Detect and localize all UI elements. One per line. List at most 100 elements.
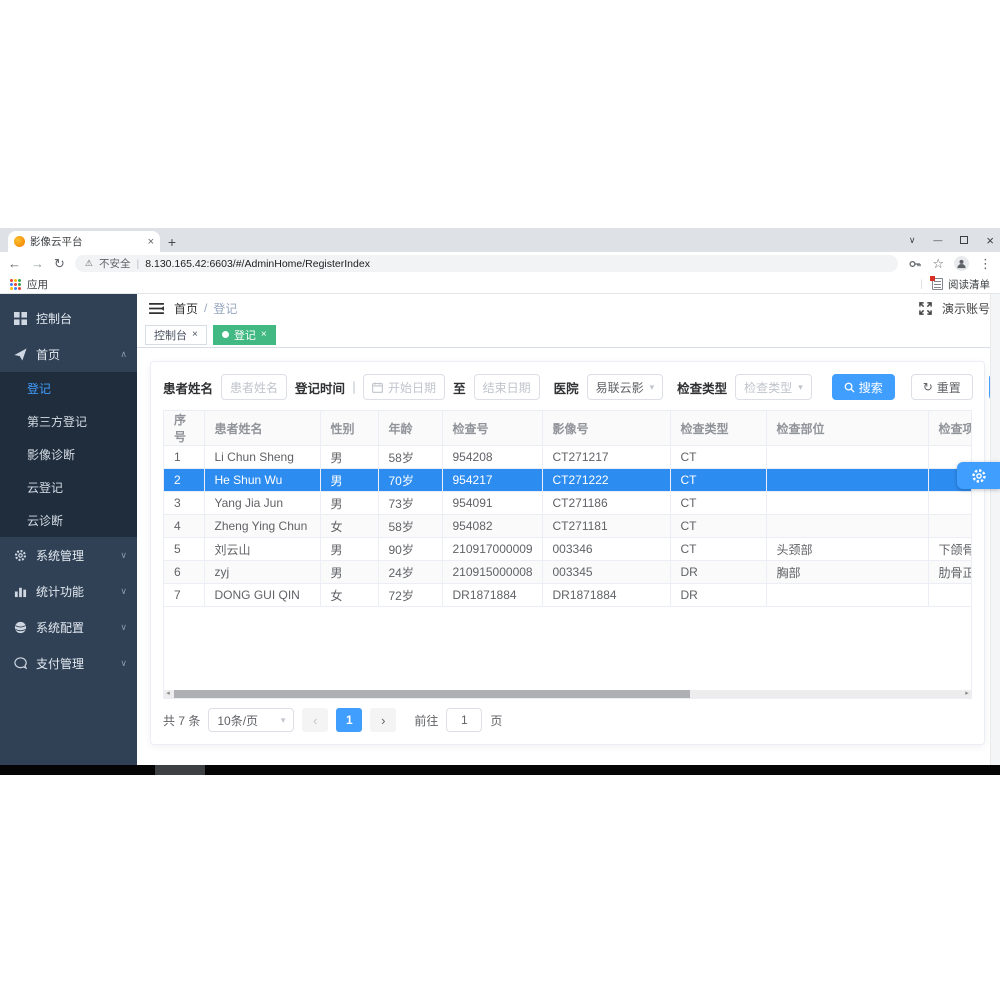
bookmarks-divider: |: [920, 278, 923, 290]
tag-register[interactable]: 登记 ×: [212, 324, 276, 345]
bottom-black-bar: [0, 765, 1000, 775]
table-cell: 73岁: [378, 491, 443, 515]
sidebar-submenu-home: 登记 第三方登记 影像诊断 云登记 云诊断: [0, 372, 137, 537]
goto-page-input[interactable]: 1: [446, 708, 483, 732]
table-cell: 3: [164, 491, 205, 515]
browser-page-scrollbar[interactable]: [990, 294, 1000, 765]
scroll-left-icon[interactable]: ◂: [164, 690, 172, 698]
sidebar-item-system-config[interactable]: 系统配置 ∨: [0, 609, 137, 645]
table-cell: DR: [670, 583, 767, 607]
fullscreen-icon[interactable]: [919, 301, 932, 315]
current-page-button[interactable]: 1: [336, 708, 363, 732]
account-name[interactable]: 演示账号: [942, 300, 990, 317]
table-cell: CT271217: [542, 445, 671, 469]
table-row[interactable]: 2 He Shun Wu 男 70岁 954217 CT271222 CT: [164, 468, 971, 492]
table-row[interactable]: 1 Li Chun Sheng 男 58岁 954208 CT271217 CT: [164, 445, 971, 469]
window-maximize-button[interactable]: [960, 236, 969, 244]
sidebar-item-cloud-register[interactable]: 云登记: [0, 471, 137, 504]
search-icon: [844, 382, 855, 393]
forward-icon[interactable]: →: [31, 256, 44, 271]
exam-type-select[interactable]: 检查类型 ▾: [735, 374, 812, 400]
reading-list-label[interactable]: 阅读清单: [948, 277, 990, 292]
table-row[interactable]: 3 Yang Jia Jun 男 73岁 954091 CT271186 CT: [164, 491, 971, 515]
tag-close-icon[interactable]: ×: [192, 329, 198, 340]
chrome-menu-icon[interactable]: ⋮: [979, 256, 992, 272]
scrollbar-thumb[interactable]: [174, 690, 690, 698]
table-row[interactable]: 6zyj男24岁210915000008003345DR胸部肋骨正斜位: [164, 560, 971, 584]
table-row[interactable]: 7 DONG GUI QIN 女 72岁 DR1871884 DR1871884 DR: [164, 583, 971, 607]
table-cell: 4: [164, 514, 205, 538]
chevron-down-icon: ∨: [120, 549, 127, 560]
bookmark-star-icon[interactable]: ☆: [932, 256, 944, 272]
hospital-label: 医院: [553, 381, 579, 396]
sidebar-item-statistics[interactable]: 统计功能 ∨: [0, 573, 137, 609]
sidebar-item-payment[interactable]: 支付管理 ∨: [0, 645, 137, 681]
table-row[interactable]: 5刘云山男90岁210917000009003346CT头颈部下颌骨,颞骨冠: [164, 537, 971, 561]
register-time-checkbox[interactable]: [353, 380, 356, 394]
table-cell: [766, 468, 929, 492]
column-header: 患者姓名: [204, 411, 321, 446]
tab-title: 影像云平台: [30, 236, 83, 248]
sidebar-item-image-diagnosis[interactable]: 影像诊断: [0, 438, 137, 471]
start-date-input[interactable]: 开始日期: [363, 374, 446, 400]
back-icon[interactable]: ←: [8, 256, 21, 271]
sidebar-item-system-management[interactable]: 系统管理 ∨: [0, 537, 137, 573]
window-minimize-button[interactable]: —: [933, 235, 942, 245]
apps-label[interactable]: 应用: [27, 277, 48, 292]
reset-button[interactable]: ↻ 重置: [910, 374, 973, 400]
table-cell: 210915000008: [442, 560, 543, 584]
dropdown-caret-icon: ▾: [280, 714, 286, 725]
page-size-select[interactable]: 10条/页 ▾: [208, 708, 295, 732]
next-page-button[interactable]: ›: [370, 708, 397, 732]
patient-name-input[interactable]: 患者姓名: [221, 374, 288, 400]
password-key-icon[interactable]: [908, 257, 922, 271]
table-cell: [928, 583, 971, 607]
settings-flyout-button[interactable]: [957, 462, 1000, 489]
table-cell: 954082: [442, 514, 543, 538]
hospital-select[interactable]: 易联云影 ▾: [586, 374, 664, 400]
refresh-icon: ↻: [922, 380, 933, 394]
column-header: 检查类型: [670, 411, 767, 446]
window-close-button[interactable]: ×: [986, 233, 994, 248]
table-cell: DR1871884: [542, 583, 671, 607]
scroll-right-icon[interactable]: ▸: [963, 690, 971, 698]
apps-grid-icon[interactable]: [10, 278, 21, 290]
tag-close-icon[interactable]: ×: [261, 329, 267, 340]
horizontal-scrollbar[interactable]: ◂ ▸: [164, 690, 971, 698]
url-bar[interactable]: ⚠ 不安全 | 8.130.165.42:6603/#/AdminHome/Re…: [74, 255, 899, 272]
sidebar-item-console[interactable]: 控制台: [0, 300, 137, 336]
dashboard-icon: [13, 311, 28, 325]
browser-address-bar: ← → ↻ ⚠ 不安全 | 8.130.165.42:6603/#/AdminH…: [0, 252, 1000, 275]
column-header: 检查部位: [766, 411, 929, 446]
sidebar-item-cloud-diagnosis[interactable]: 云诊断: [0, 504, 137, 537]
breadcrumb-home[interactable]: 首页: [174, 300, 198, 317]
chevron-down-icon: ∨: [120, 621, 127, 632]
table-cell: DONG GUI QIN: [204, 583, 321, 607]
table-cell: 男: [320, 445, 379, 469]
reload-icon[interactable]: ↻: [54, 256, 65, 272]
security-label: 不安全: [98, 258, 131, 270]
column-header: 年龄: [378, 411, 443, 446]
patient-table: 序号患者姓名性别年龄检查号影像号检查类型检查部位检查项目1Li Chun She…: [164, 411, 971, 607]
new-tab-button[interactable]: +: [160, 231, 184, 252]
config-sphere-icon: [13, 621, 28, 634]
site-favicon: [14, 236, 25, 247]
profile-avatar[interactable]: [954, 256, 969, 271]
tab-close-icon[interactable]: ×: [148, 236, 154, 248]
table-cell: Yang Jia Jun: [204, 491, 321, 515]
tab-search-chevron-icon[interactable]: ∨: [909, 235, 916, 246]
browser-tab[interactable]: 影像云平台 ×: [8, 231, 160, 252]
sidebar-item-home[interactable]: 首页 ∧: [0, 336, 137, 372]
end-date-input[interactable]: 结束日期: [473, 374, 540, 400]
browser-tab-strip: 影像云平台 × + ∨ — ×: [0, 228, 1000, 252]
reading-list-icon[interactable]: [930, 276, 943, 290]
tag-console[interactable]: 控制台 ×: [145, 324, 207, 345]
table-row[interactable]: 4 Zheng Ying Chun 女 58岁 954082 CT271181 CT: [164, 514, 971, 538]
sidebar-item-thirdparty-register[interactable]: 第三方登记: [0, 405, 137, 438]
sidebar-item-register[interactable]: 登记: [0, 372, 137, 405]
search-button[interactable]: 搜索: [831, 374, 895, 400]
table-cell: CT271186: [542, 491, 671, 515]
app-root: 控制台 首页 ∧ 登记 第三方登记 影像诊断 云登记 云诊断 系统管理 ∨ 统计…: [0, 294, 1000, 765]
menu-fold-icon[interactable]: [149, 302, 164, 315]
prev-page-button[interactable]: ‹: [302, 708, 329, 732]
